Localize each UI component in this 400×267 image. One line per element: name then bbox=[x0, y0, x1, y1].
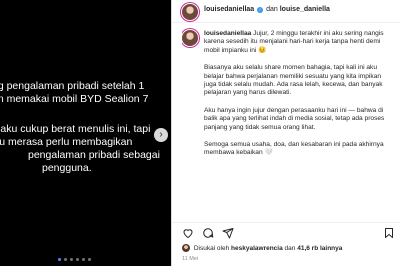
caption: louisedaniellaa Jujur, 2 minggu terakhir… bbox=[182, 26, 400, 222]
action-bar: Disukai oleh heskyalawrencia dan 41,6 rb… bbox=[172, 222, 400, 267]
caption-line: pelajaran yang harus dilewati. bbox=[204, 89, 292, 97]
comment-icon[interactable] bbox=[202, 227, 214, 239]
next-slide-button[interactable]: › bbox=[154, 128, 168, 142]
heart-icon[interactable] bbox=[182, 227, 194, 239]
carousel-dot bbox=[88, 258, 91, 261]
slide-line: ku merasa perlu membagikan bbox=[0, 136, 133, 148]
caption-line: membawa kebaikan 🤍 bbox=[204, 149, 273, 157]
slide-line: pengalaman pribadi sebagai bbox=[28, 149, 160, 161]
caption-line: Jujur, 2 minggu terakhir ini aku sering … bbox=[253, 30, 384, 37]
avatar[interactable] bbox=[182, 30, 198, 46]
avatar bbox=[182, 244, 190, 252]
caption-line: Biasanya aku selalu share momen bahagia,… bbox=[204, 64, 378, 72]
carousel-dot bbox=[58, 258, 61, 261]
caption-line: mobil impianku ini 😣 bbox=[204, 46, 267, 54]
caption-line: karena sesedih itu menjalani hari-hari k… bbox=[204, 38, 381, 46]
caption-line: panjang yang tidak semua orang lihat. bbox=[204, 123, 316, 131]
post-date: 11 Mei bbox=[182, 256, 199, 262]
slide-line: ng pengalaman pribadi setelah 1 bbox=[0, 80, 145, 92]
username-link[interactable]: louisedaniellaa bbox=[204, 6, 254, 13]
caption-line: Aku hanya ingin jujur dengan perasaanku … bbox=[204, 106, 384, 114]
slide-line: pengguna. bbox=[42, 162, 92, 174]
caption-username[interactable]: louisedaniellaa bbox=[204, 30, 251, 37]
caption-text: louisedaniellaa Jujur, 2 minggu terakhir… bbox=[204, 30, 400, 167]
likes-summary[interactable]: Disukai oleh heskyalawrencia dan 41,6 rb… bbox=[182, 244, 342, 252]
liker-username[interactable]: heskyalawrencia bbox=[231, 245, 283, 252]
carousel-dot bbox=[64, 258, 67, 261]
slide-text-bottom: r aku cukup berat menulis ini, tapi ku m… bbox=[0, 123, 160, 175]
caption-line: belajar bahwa perjalanan memiliki sesuat… bbox=[204, 72, 382, 80]
post-image[interactable]: ng pengalaman pribadi setelah 1 un memak… bbox=[0, 0, 171, 266]
slide-text-top: ng pengalaman pribadi setelah 1 un memak… bbox=[0, 80, 148, 106]
slide-line: un memakai mobil BYD Sealion 7 bbox=[0, 93, 149, 105]
share-icon[interactable] bbox=[222, 227, 234, 239]
likes-joiner: dan bbox=[284, 245, 296, 252]
carousel-dot bbox=[76, 258, 79, 261]
avatar[interactable] bbox=[182, 4, 198, 20]
joiner-text: dan bbox=[266, 6, 278, 13]
carousel-dots bbox=[58, 258, 91, 261]
post-authors: louisedaniellaa ✓ dan louise_daniella bbox=[204, 6, 330, 13]
post-details-panel: louisedaniellaa ✓ dan louise_daniella lo… bbox=[171, 0, 400, 266]
carousel-dot bbox=[70, 258, 73, 261]
bookmark-icon[interactable] bbox=[383, 227, 395, 239]
likes-count[interactable]: 41,6 rb lainnya bbox=[297, 245, 342, 252]
username-link[interactable]: louise_daniella bbox=[280, 6, 330, 13]
slide-line: r aku cukup berat menulis ini, tapi bbox=[0, 123, 151, 135]
verified-badge-icon: ✓ bbox=[257, 7, 264, 13]
likes-prefix: Disukai oleh bbox=[193, 245, 230, 252]
caption-line: juga tidak selalu mudah. Ada rasa lelah,… bbox=[204, 81, 383, 89]
caption-line: Semoga semua usaha, doa, dan kesabaran i… bbox=[204, 141, 384, 149]
action-icons bbox=[182, 227, 234, 239]
post-header: louisedaniellaa ✓ dan louise_daniella bbox=[172, 0, 400, 23]
carousel-dot bbox=[82, 258, 85, 261]
caption-line: balik apa yang terlihat indah di media s… bbox=[204, 115, 385, 123]
